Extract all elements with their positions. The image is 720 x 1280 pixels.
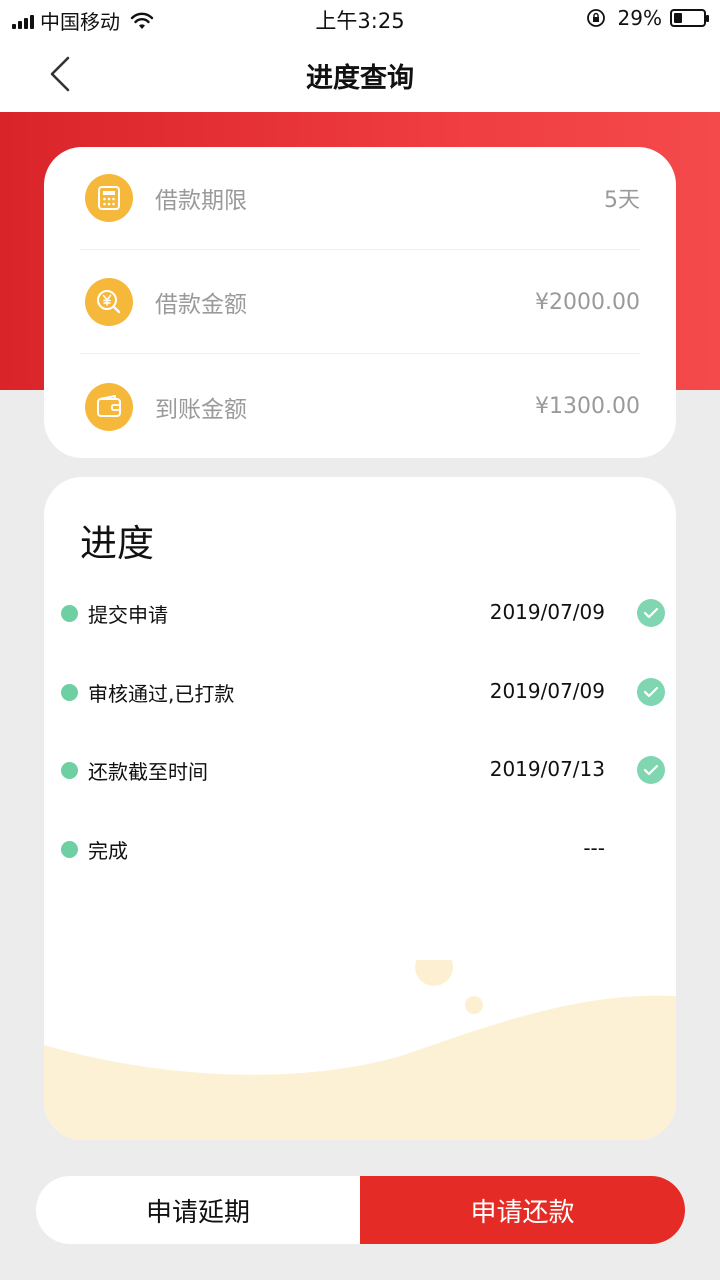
status-left: 中国移动 <box>12 6 154 35</box>
wallet-icon <box>85 382 133 431</box>
info-label-term: 借款期限 <box>155 188 247 214</box>
status-dot-icon <box>61 604 78 622</box>
status-dot-icon <box>61 761 78 779</box>
info-value-term: 5天 <box>604 188 640 213</box>
decorative-wave <box>44 960 676 1140</box>
check-circle-icon <box>637 678 665 706</box>
page-title: 进度查询 <box>306 63 414 94</box>
back-button[interactable] <box>40 54 80 94</box>
battery-level <box>674 13 683 23</box>
yen-search-icon <box>85 278 133 326</box>
action-bar: 申请延期 申请还款 <box>36 1176 685 1244</box>
info-row-amount: 借款金额 ¥2000.00 <box>80 251 640 354</box>
info-row-received: 到账金额 ¥1300.00 <box>80 355 640 458</box>
info-label-received: 到账金额 <box>155 396 247 423</box>
check-circle-icon <box>637 599 665 627</box>
battery-percent: 29% <box>617 6 662 30</box>
progress-card: 进度 提交申请 2019/07/09 审核通过,已打款 2019/07/09 还… <box>44 477 676 1140</box>
carrier-label: 中国移动 <box>40 10 120 34</box>
progress-step: 提交申请 2019/07/09 <box>61 593 665 633</box>
apply-repayment-button[interactable]: 申请还款 <box>360 1176 685 1244</box>
info-value-amount: ¥2000.00 <box>535 289 640 315</box>
wifi-icon <box>130 12 154 29</box>
step-label: 审核通过,已打款 <box>88 681 235 706</box>
step-date: --- <box>583 836 605 860</box>
step-label: 还款截至时间 <box>88 759 208 784</box>
step-label: 完成 <box>88 838 128 863</box>
nav-bar: 进度查询 <box>0 36 720 112</box>
status-right: 29% <box>586 6 709 30</box>
info-row-term: 借款期限 5天 <box>80 147 640 250</box>
check-circle-icon <box>637 756 665 784</box>
apply-extension-button[interactable]: 申请延期 <box>36 1176 360 1244</box>
status-dot-icon <box>61 683 78 701</box>
progress-step: 审核通过,已打款 2019/07/09 <box>61 672 665 712</box>
step-date: 2019/07/09 <box>489 600 605 624</box>
battery-icon <box>670 9 709 27</box>
info-value-received: ¥1300.00 <box>535 394 640 419</box>
step-label: 提交申请 <box>88 602 168 627</box>
info-label-amount: 借款金额 <box>155 292 247 318</box>
progress-step: 完成 --- <box>61 829 665 869</box>
signal-icon <box>12 13 34 29</box>
calculator-icon <box>85 174 133 222</box>
chevron-left-icon <box>50 56 70 92</box>
progress-step: 还款截至时间 2019/07/13 <box>61 750 665 790</box>
step-date: 2019/07/13 <box>489 757 605 781</box>
status-bar: 中国移动 上午3:25 29% <box>0 0 720 36</box>
loan-info-card: 借款期限 5天 借款金额 ¥2000.00 到账金额 ¥1300.00 <box>44 147 676 458</box>
status-dot-icon <box>61 840 78 858</box>
step-date: 2019/07/09 <box>489 679 605 703</box>
orientation-lock-icon <box>586 9 605 27</box>
progress-title: 进度 <box>80 522 154 565</box>
